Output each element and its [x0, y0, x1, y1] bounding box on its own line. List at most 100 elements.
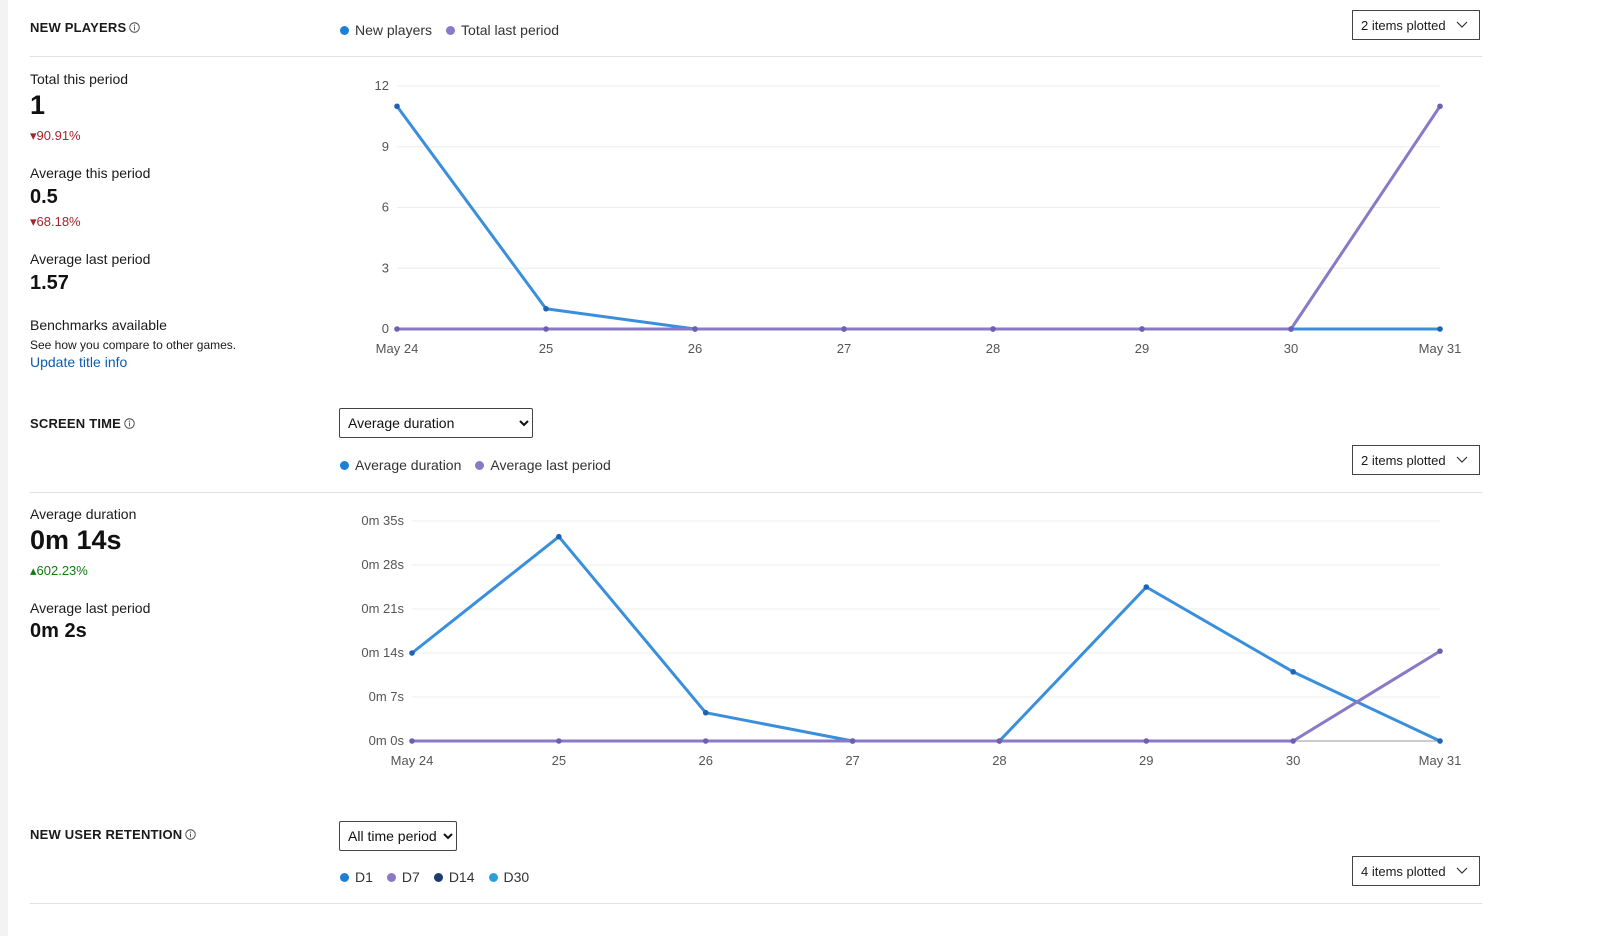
- legend-item-d14[interactable]: D14: [433, 869, 475, 885]
- chevron-down-icon: [1456, 867, 1467, 874]
- section-divider: [30, 56, 1482, 57]
- legend-label: Average duration: [355, 457, 462, 473]
- section-divider: [30, 492, 1482, 493]
- data-point: [841, 326, 847, 332]
- data-point: [990, 326, 996, 332]
- retention-items-plotted-button[interactable]: 4 items plotted: [1352, 856, 1480, 886]
- legend-label: D30: [503, 869, 530, 885]
- data-point: [692, 326, 698, 332]
- screen-time-legend: Average duration Average last period: [340, 457, 611, 473]
- data-point: [394, 326, 400, 332]
- series-line-2: [412, 649, 1441, 743]
- x-tick-label: 25: [552, 753, 566, 768]
- total-this-period-label: Total this period: [30, 71, 129, 87]
- y-tick-label: 0m 28s: [361, 557, 404, 572]
- y-tick-label: 0m 35s: [361, 513, 404, 528]
- x-tick-label: 30: [1286, 753, 1300, 768]
- average-last-period-label: Average last period: [30, 251, 151, 267]
- average-duration-label: Average duration: [30, 506, 137, 522]
- data-point: [1143, 738, 1150, 744]
- data-point: [409, 650, 415, 656]
- average-duration-delta: ▴602.23%: [30, 563, 88, 578]
- data-point: [1143, 584, 1150, 590]
- plot-button-label: 2 items plotted: [1361, 17, 1446, 33]
- legend-item-d7[interactable]: D7: [386, 869, 420, 885]
- x-tick-label: 29: [1135, 341, 1149, 356]
- y-tick-label: 3: [382, 260, 389, 275]
- legend-label: D14: [448, 869, 475, 885]
- legend-item-average-last-period[interactable]: Average last period: [475, 457, 611, 473]
- retention-legend: D1 D7 D14 D30: [340, 869, 529, 885]
- new-players-items-plotted-button[interactable]: 2 items plotted: [1352, 10, 1480, 40]
- info-icon[interactable]: [129, 22, 141, 33]
- series-line-2: [397, 105, 1442, 331]
- y-tick-label: 12: [375, 78, 389, 93]
- x-tick-label: May 31: [1419, 753, 1462, 768]
- x-tick-label: May 24: [376, 341, 419, 356]
- total-this-period-value: 1: [30, 90, 46, 120]
- legend-label: Total last period: [461, 22, 560, 38]
- data-point: [1288, 326, 1294, 332]
- new-players-section-title: NEW PLAYERS: [30, 20, 141, 35]
- legend-item-average-duration[interactable]: Average duration: [340, 457, 461, 473]
- benchmarks-description: See how you compare to other games.: [30, 338, 237, 352]
- data-point: [1290, 738, 1296, 744]
- x-tick-label: 26: [688, 341, 702, 356]
- legend-item-d1[interactable]: D1: [340, 869, 373, 885]
- legend-item-new-players[interactable]: New players: [340, 22, 432, 38]
- x-tick-label: 25: [539, 341, 553, 356]
- legend-label: New players: [355, 22, 433, 38]
- x-tick-label: 27: [837, 341, 851, 356]
- x-tick-label: 28: [992, 753, 1006, 768]
- y-tick-label: 6: [382, 200, 389, 215]
- legend-dot: [475, 460, 485, 470]
- series-line-1: [411, 535, 1441, 743]
- legend-dot: [340, 25, 349, 35]
- legend-dot: [446, 25, 456, 35]
- legend-label: Average last period: [490, 457, 611, 473]
- y-tick-label: 0m 0s: [369, 733, 405, 748]
- data-point: [996, 738, 1003, 744]
- data-point: [556, 738, 562, 744]
- y-tick-label: 0: [382, 321, 389, 336]
- info-icon[interactable]: [185, 829, 197, 840]
- legend-item-total-last-period[interactable]: Total last period: [446, 22, 559, 38]
- average-last-period-value: 1.57: [30, 272, 69, 294]
- data-point: [394, 103, 400, 110]
- plot-button-label: 4 items plotted: [1361, 863, 1446, 879]
- chevron-down-icon: [1456, 456, 1467, 463]
- total-delta: ▾90.91%: [30, 128, 81, 143]
- y-tick-label: 0m 7s: [369, 689, 405, 704]
- section-title-text: NEW PLAYERS: [30, 20, 127, 35]
- data-point: [556, 533, 562, 540]
- x-tick-label: 27: [845, 753, 859, 768]
- data-point: [1139, 326, 1145, 332]
- data-point: [1437, 326, 1443, 332]
- legend-dot: [386, 872, 396, 882]
- y-tick-label: 0m 14s: [361, 645, 404, 660]
- section-divider: [30, 903, 1482, 904]
- average-this-period-value: 0.5: [30, 186, 58, 208]
- new-players-chart: 0 3 6 9 12 May 24 25 26 27 28 29 30 May 31: [375, 78, 1462, 356]
- screen-time-chart: 0m 0s 0m 7s 0m 14s 0m 21s 0m 28s 0m 35s May 24…: [361, 513, 1462, 768]
- data-point: [1437, 738, 1443, 744]
- plot-button-label: 2 items plotted: [1361, 452, 1446, 468]
- retention-period-dropdown[interactable]: All time periods: [339, 821, 457, 851]
- data-point: [543, 305, 549, 312]
- data-point: [1437, 648, 1443, 654]
- legend-label: D7: [401, 869, 420, 885]
- average-last-period-label: Average last period: [30, 600, 151, 616]
- update-title-info-link[interactable]: Update title info: [30, 354, 127, 370]
- x-tick-label: 29: [1139, 753, 1153, 768]
- x-tick-label: 26: [698, 753, 712, 768]
- average-last-period-value: 0m 2s: [30, 620, 87, 642]
- y-tick-label: 9: [382, 139, 389, 154]
- screen-time-items-plotted-button[interactable]: 2 items plotted: [1352, 445, 1480, 475]
- info-icon[interactable]: [124, 418, 135, 429]
- series-line-1: [395, 105, 1440, 331]
- legend-item-d30[interactable]: D30: [488, 869, 530, 885]
- legend-label: D1: [355, 869, 373, 885]
- screen-time-metric-dropdown[interactable]: Average duration: [339, 408, 533, 438]
- data-point: [543, 326, 549, 332]
- section-title-text: NEW USER RETENTION: [30, 827, 183, 842]
